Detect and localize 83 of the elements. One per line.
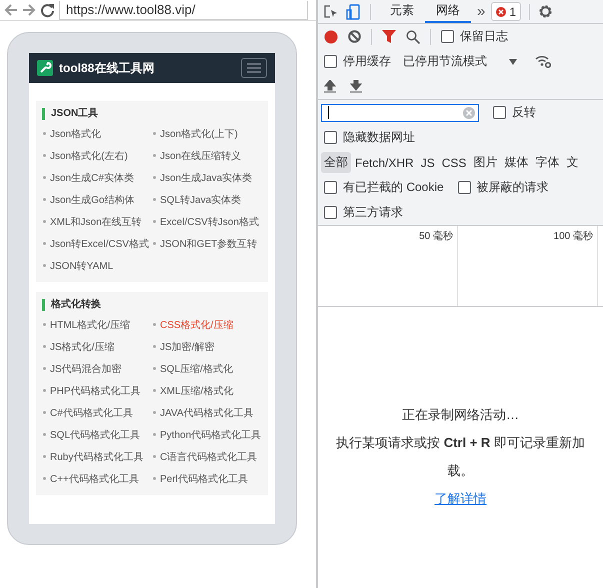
record-icon[interactable] [324,30,338,44]
tool-link[interactable]: Excel/CSV转Json格式 [152,212,262,234]
clear-icon[interactable] [348,30,361,43]
error-counter[interactable]: 1 [491,2,522,21]
tool-link[interactable]: Json转Excel/CSV格式 [42,234,152,256]
type-filter-button[interactable]: 文 [563,152,582,173]
tool-link[interactable]: JS代码混合加密 [42,359,152,381]
checkbox[interactable] [493,106,506,119]
tool-link[interactable]: JAVA代码格式化工具 [152,403,262,425]
tool-link[interactable]: C++代码格式化工具 [42,469,152,491]
checkbox[interactable] [458,181,471,194]
clear-input-icon[interactable] [463,106,475,118]
type-filter-button[interactable]: 媒体 [501,152,532,173]
checkbox[interactable] [324,131,337,144]
tool-link[interactable]: XML和Json在线互转 [42,212,152,234]
tool-link[interactable]: C语言代码格式化工具 [152,447,262,469]
address-field[interactable]: https://www.tool88.vip/ [59,0,308,20]
reload-icon[interactable] [40,2,55,18]
checkbox[interactable] [324,55,337,68]
tool-link[interactable]: JSON转YAML [42,256,152,278]
tool-link[interactable]: XML压缩/格式化 [152,381,262,403]
tool-link[interactable]: Json格式化 [42,124,152,146]
section-title: 格式化转换 [42,299,262,311]
checkbox-label: 被屏蔽的请求 [476,179,549,196]
throttling-dropdown[interactable]: 已停用节流模式 [403,53,487,70]
filter-icon[interactable] [382,30,396,43]
download-icon[interactable] [350,80,362,93]
tool-link[interactable]: Json在线压缩转义 [152,146,262,168]
devtools-tab[interactable]: 元素 [379,0,425,23]
filter-field[interactable] [321,104,479,122]
checkbox[interactable] [324,206,337,219]
checkbox-label: 第三方请求 [343,204,403,221]
wifi-settings-icon[interactable] [535,55,551,68]
tool-link[interactable]: C#代码格式化工具 [42,403,152,425]
tool-link[interactable]: JS格式化/压缩 [42,337,152,359]
settings-icon[interactable] [538,4,554,19]
tool-link[interactable]: Json生成Java实体类 [152,168,262,190]
tool-link[interactable]: JSON和GET参数互转 [152,234,262,256]
learn-more-link[interactable]: 了解详情 [434,485,486,513]
more-tabs-button[interactable]: » [477,3,486,20]
instruction-text: 执行某项请求或按 Ctrl + R 即可记录重新加载。 [336,434,586,480]
section-title: JSON工具 [42,108,262,120]
upload-icon[interactable] [324,80,336,93]
type-filter-button[interactable]: 图片 [470,152,500,173]
type-filter-button[interactable]: JS [418,154,438,172]
tool-link[interactable]: PHP代码格式化工具 [42,381,152,403]
tool-link[interactable]: SQL代码格式化工具 [42,425,152,447]
checkbox[interactable] [324,181,337,194]
checkbox-label: 反转 [512,104,536,121]
type-filter-button[interactable]: Fetch/XHR [352,154,417,172]
tool-link[interactable]: Python代码格式化工具 [152,425,262,447]
dropdown-caret-icon[interactable] [509,58,517,64]
type-filter-button[interactable]: CSS [438,154,470,172]
tool-link[interactable]: Json格式化(上下) [152,124,262,146]
tool-link[interactable]: CSS格式化/压缩 [152,315,262,337]
devtools-tab[interactable]: 网络 [425,0,471,23]
tool-link[interactable]: Perl代码格式化工具 [152,469,262,491]
checkbox-label: 停用缓存 [343,53,391,70]
search-icon[interactable] [406,30,420,44]
tool-link[interactable]: SQL压缩/格式化 [152,359,262,381]
type-filter-button[interactable]: 全部 [321,152,351,173]
tool-link[interactable]: Ruby代码格式化工具 [42,447,152,469]
tool-link[interactable]: JS加密/解密 [152,337,262,359]
forward-arrow-icon[interactable] [22,3,36,17]
checkbox-label: 隐藏数据网址 [343,129,415,146]
timeline-tick-label: 50 毫秒 [419,231,453,242]
type-filter-button[interactable]: 字体 [532,152,562,173]
error-icon [496,6,506,16]
checkbox-label: 保留日志 [460,28,508,45]
menu-button[interactable] [241,58,267,78]
back-arrow-icon[interactable] [4,3,18,17]
checkbox-label: 有已拦截的 Cookie [343,179,444,196]
tool-link[interactable]: Json格式化(左右) [42,146,152,168]
inspect-cursor-icon[interactable] [324,4,338,18]
checkbox[interactable] [441,30,454,43]
tool-link[interactable]: Json生成C#实体类 [42,168,152,190]
tool-link[interactable]: Json生成Go结构体 [42,190,152,212]
menu-icon [247,63,261,73]
recording-message: 正在录制网络活动… [402,406,519,424]
tool-link[interactable]: HTML格式化/压缩 [42,315,152,337]
tool-link[interactable]: SQL转Java实体类 [152,190,262,212]
device-icon[interactable] [346,4,360,20]
timeline-tick-label: 100 毫秒 [554,231,593,242]
